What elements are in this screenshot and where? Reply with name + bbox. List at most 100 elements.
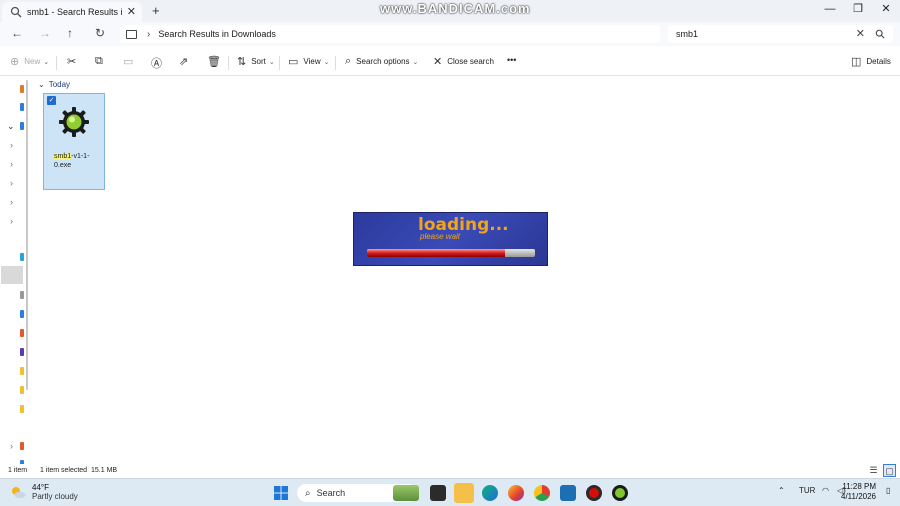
- file-item[interactable]: ✓ smb1-v1-1-0.exe: [43, 93, 105, 190]
- details-pane-icon: ◫: [851, 56, 862, 68]
- app-icon[interactable]: [560, 485, 576, 501]
- copy-icon: ⧉: [95, 55, 103, 67]
- language-indicator[interactable]: TUR: [799, 486, 815, 495]
- search-icon[interactable]: [875, 29, 885, 39]
- paste-button[interactable]: ▭: [123, 55, 138, 68]
- chevron-right-icon[interactable]: ›: [10, 197, 13, 207]
- search-options-button[interactable]: ⌕ Search options ⌄: [345, 55, 418, 68]
- breadcrumb-location[interactable]: Search Results in Downloads: [158, 29, 276, 39]
- up-button[interactable]: ↑: [67, 26, 73, 40]
- chevron-right-icon[interactable]: ›: [10, 140, 13, 150]
- documents-icon[interactable]: [20, 291, 24, 299]
- search-query[interactable]: smb1: [676, 29, 698, 39]
- temperature: 44°F: [32, 483, 49, 492]
- onedrive-icon[interactable]: [20, 122, 24, 130]
- selected-nav-item[interactable]: [1, 266, 23, 284]
- search-highlights-icon[interactable]: [393, 485, 419, 501]
- rename-button[interactable]: Ⓐ: [151, 55, 167, 71]
- new-button[interactable]: ⊕ New ⌄: [10, 55, 49, 68]
- layout-toggle: ☰ ▢: [864, 464, 896, 477]
- more-options-button[interactable]: •••: [507, 55, 516, 65]
- chevron-right-icon[interactable]: ›: [10, 178, 13, 188]
- desktop-icon[interactable]: [20, 253, 24, 261]
- file-name[interactable]: smb1-v1-1-0.exe: [54, 152, 102, 170]
- weather-widget[interactable]: 44°F Partly cloudy: [10, 483, 78, 501]
- tab-close-icon[interactable]: ✕: [127, 5, 136, 18]
- clear-search-icon[interactable]: ✕: [856, 27, 865, 40]
- search-icon: [10, 6, 22, 18]
- window-controls: — ❐ ✕: [816, 0, 900, 18]
- weather-condition: Partly cloudy: [32, 492, 78, 501]
- new-tab-button[interactable]: +: [152, 3, 160, 18]
- divider: [335, 56, 336, 70]
- share-button[interactable]: ⇗: [179, 55, 193, 68]
- divider: [228, 56, 229, 70]
- close-search-label: Close search: [447, 57, 494, 66]
- folder-icon[interactable]: [20, 405, 24, 413]
- close-button[interactable]: ✕: [872, 0, 900, 18]
- firefox-icon[interactable]: [508, 485, 524, 501]
- clock[interactable]: 11:28 PM 4/11/2026: [841, 482, 876, 502]
- tab-search-results[interactable]: smb1 - Search Results in Downl ✕: [2, 2, 142, 22]
- chevron-right-icon[interactable]: ›: [10, 441, 13, 451]
- pictures-icon[interactable]: [20, 310, 24, 318]
- selection-size: 15.1 MB: [91, 467, 118, 474]
- address-input[interactable]: › Search Results in Downloads: [120, 25, 660, 43]
- loading-splash: loading... please wait: [353, 212, 548, 266]
- edge-icon[interactable]: [482, 485, 498, 501]
- clock-date: 4/11/2026: [841, 492, 876, 501]
- command-bar: ⊕ New ⌄ ✂ ⧉ ▭ Ⓐ ⇗ 🗑 ⇅ Sort ⌄ ▭ View ⌄ ⌕ …: [0, 48, 900, 76]
- view-label: View: [303, 57, 321, 66]
- wifi-icon[interactable]: ◠: [822, 486, 829, 495]
- this-pc-icon[interactable]: [20, 442, 24, 450]
- bandicam-icon[interactable]: [586, 485, 602, 501]
- refresh-button[interactable]: ↻: [95, 26, 105, 40]
- task-view-icon[interactable]: [430, 485, 446, 501]
- address-bar-row: ← → ↑ ↻ › Search Results in Downloads sm…: [0, 22, 900, 46]
- delete-button[interactable]: 🗑: [207, 55, 226, 68]
- cut-button[interactable]: ✂: [67, 55, 81, 68]
- gallery-icon[interactable]: [20, 103, 24, 111]
- chrome-icon[interactable]: [534, 485, 550, 501]
- chevron-right-icon[interactable]: ›: [10, 216, 13, 226]
- sort-icon: ⇅: [237, 56, 247, 68]
- music-icon[interactable]: [20, 329, 24, 337]
- folder-icon[interactable]: [20, 367, 24, 375]
- partly-cloudy-icon: [12, 487, 26, 499]
- file-explorer-icon[interactable]: [454, 483, 474, 503]
- gear-app-icon[interactable]: [612, 485, 628, 501]
- chevron-up-icon[interactable]: ⌃: [778, 486, 785, 495]
- details-button[interactable]: ◫ Details: [851, 55, 891, 68]
- videos-icon[interactable]: [20, 348, 24, 356]
- view-button[interactable]: ▭ View ⌄: [288, 55, 329, 68]
- group-header-today[interactable]: ⌄ Today: [38, 80, 70, 89]
- search-input[interactable]: smb1 ✕: [668, 25, 893, 43]
- details-view-icon[interactable]: ☰: [867, 464, 880, 477]
- chevron-right-icon[interactable]: ›: [10, 159, 13, 169]
- group-label: Today: [48, 80, 71, 89]
- folder-icon[interactable]: [20, 386, 24, 394]
- share-icon: ⇗: [179, 56, 189, 68]
- file-name-match: smb1: [54, 153, 72, 160]
- view-icon: ▭: [288, 56, 299, 68]
- home-icon[interactable]: [20, 85, 24, 93]
- checkbox-checked-icon[interactable]: ✓: [47, 96, 56, 105]
- this-pc-icon: [126, 29, 137, 39]
- close-search-button[interactable]: ✕ Close search: [433, 55, 494, 68]
- back-button[interactable]: ←: [11, 26, 23, 40]
- forward-button[interactable]: →: [39, 26, 51, 40]
- notification-icon[interactable]: ▯: [886, 486, 890, 495]
- scissors-icon: ✂: [67, 56, 77, 68]
- copy-button[interactable]: ⧉: [95, 55, 108, 68]
- clipboard-icon: ▭: [123, 56, 134, 68]
- please-wait-text: please wait: [420, 232, 461, 241]
- new-label: New: [24, 57, 41, 66]
- chevron-down-icon[interactable]: ⌄: [7, 121, 15, 132]
- tiles-view-icon[interactable]: ▢: [883, 464, 896, 477]
- sort-button[interactable]: ⇅ Sort ⌄: [237, 55, 275, 68]
- maximize-button[interactable]: ❐: [844, 0, 872, 18]
- minimize-button[interactable]: —: [816, 0, 844, 18]
- nav-scrollbar[interactable]: [26, 80, 28, 390]
- divider: [279, 56, 280, 70]
- windows-start-icon[interactable]: [273, 485, 289, 501]
